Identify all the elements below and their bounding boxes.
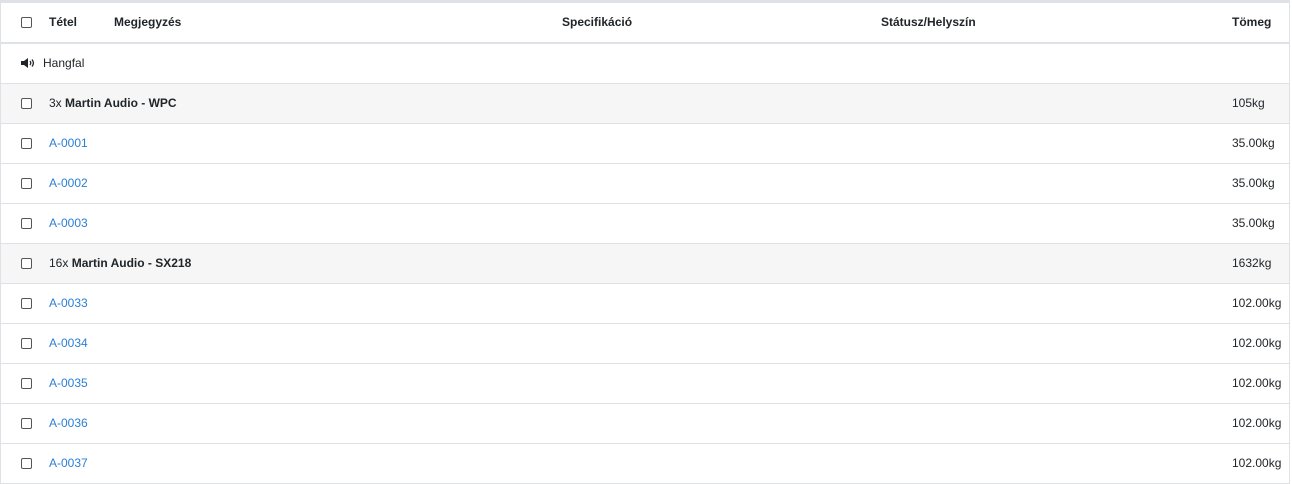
- group-weight: 1632kg: [1232, 256, 1272, 270]
- item-code-link[interactable]: A-0003: [49, 216, 88, 230]
- item-code-link[interactable]: A-0001: [49, 136, 88, 150]
- group-row: 16x Martin Audio - SX218 1632kg: [1, 244, 1289, 284]
- group-title: 3x Martin Audio - WPC: [49, 84, 177, 123]
- table-row: A-0035 102.00kg: [1, 364, 1289, 404]
- column-header-note[interactable]: Megjegyzés: [114, 3, 181, 42]
- row-checkbox[interactable]: [21, 218, 32, 229]
- row-checkbox[interactable]: [21, 138, 32, 149]
- item-code-link[interactable]: A-0036: [49, 416, 88, 430]
- table-row: A-0002 35.00kg: [1, 164, 1289, 204]
- row-checkbox[interactable]: [21, 378, 32, 389]
- category-row: Hangfal: [1, 44, 1289, 84]
- item-weight: 102.00kg: [1232, 456, 1282, 470]
- item-weight: 35.00kg: [1232, 176, 1275, 190]
- column-header-status[interactable]: Státusz/Helyszín: [881, 3, 976, 42]
- table-header: Tétel Megjegyzés Specifikáció Státusz/He…: [1, 0, 1289, 44]
- group-name: Martin Audio - WPC: [65, 96, 177, 110]
- group-quantity: 16x: [49, 256, 69, 270]
- category-label: Hangfal: [43, 56, 85, 70]
- row-checkbox[interactable]: [21, 338, 32, 349]
- row-checkbox[interactable]: [21, 418, 32, 429]
- item-weight: 102.00kg: [1232, 336, 1282, 350]
- item-code-link[interactable]: A-0034: [49, 336, 88, 350]
- item-weight: 102.00kg: [1232, 376, 1282, 390]
- group-row: 3x Martin Audio - WPC 105kg: [1, 84, 1289, 124]
- table-row: A-0034 102.00kg: [1, 324, 1289, 364]
- item-weight: 102.00kg: [1232, 416, 1282, 430]
- table-row: A-0036 102.00kg: [1, 404, 1289, 444]
- table-row: A-0033 102.00kg: [1, 284, 1289, 324]
- item-code-link[interactable]: A-0033: [49, 296, 88, 310]
- row-checkbox[interactable]: [21, 178, 32, 189]
- column-header-item[interactable]: Tétel: [49, 3, 77, 42]
- group-title: 16x Martin Audio - SX218: [49, 244, 191, 283]
- group-weight: 105kg: [1232, 96, 1265, 110]
- item-code-link[interactable]: A-0035: [49, 376, 88, 390]
- group-name: Martin Audio - SX218: [71, 256, 192, 270]
- column-header-spec[interactable]: Specifikáció: [562, 3, 632, 42]
- item-weight: 102.00kg: [1232, 296, 1282, 310]
- item-weight: 35.00kg: [1232, 136, 1275, 150]
- item-code-link[interactable]: A-0037: [49, 456, 88, 470]
- table-row: A-0003 35.00kg: [1, 204, 1289, 244]
- group-checkbox[interactable]: [21, 98, 32, 109]
- item-weight: 35.00kg: [1232, 216, 1275, 230]
- table-row: A-0001 35.00kg: [1, 124, 1289, 164]
- row-checkbox[interactable]: [21, 298, 32, 309]
- row-checkbox[interactable]: [21, 458, 32, 469]
- item-code-link[interactable]: A-0002: [49, 176, 88, 190]
- speaker-icon: [21, 58, 35, 68]
- table-row: A-0037 102.00kg: [1, 444, 1289, 484]
- group-quantity: 3x: [49, 96, 62, 110]
- column-header-weight[interactable]: Tömeg: [1232, 3, 1271, 42]
- group-checkbox[interactable]: [21, 258, 32, 269]
- select-all-checkbox[interactable]: [21, 17, 32, 28]
- equipment-table: Tétel Megjegyzés Specifikáció Státusz/He…: [0, 0, 1290, 484]
